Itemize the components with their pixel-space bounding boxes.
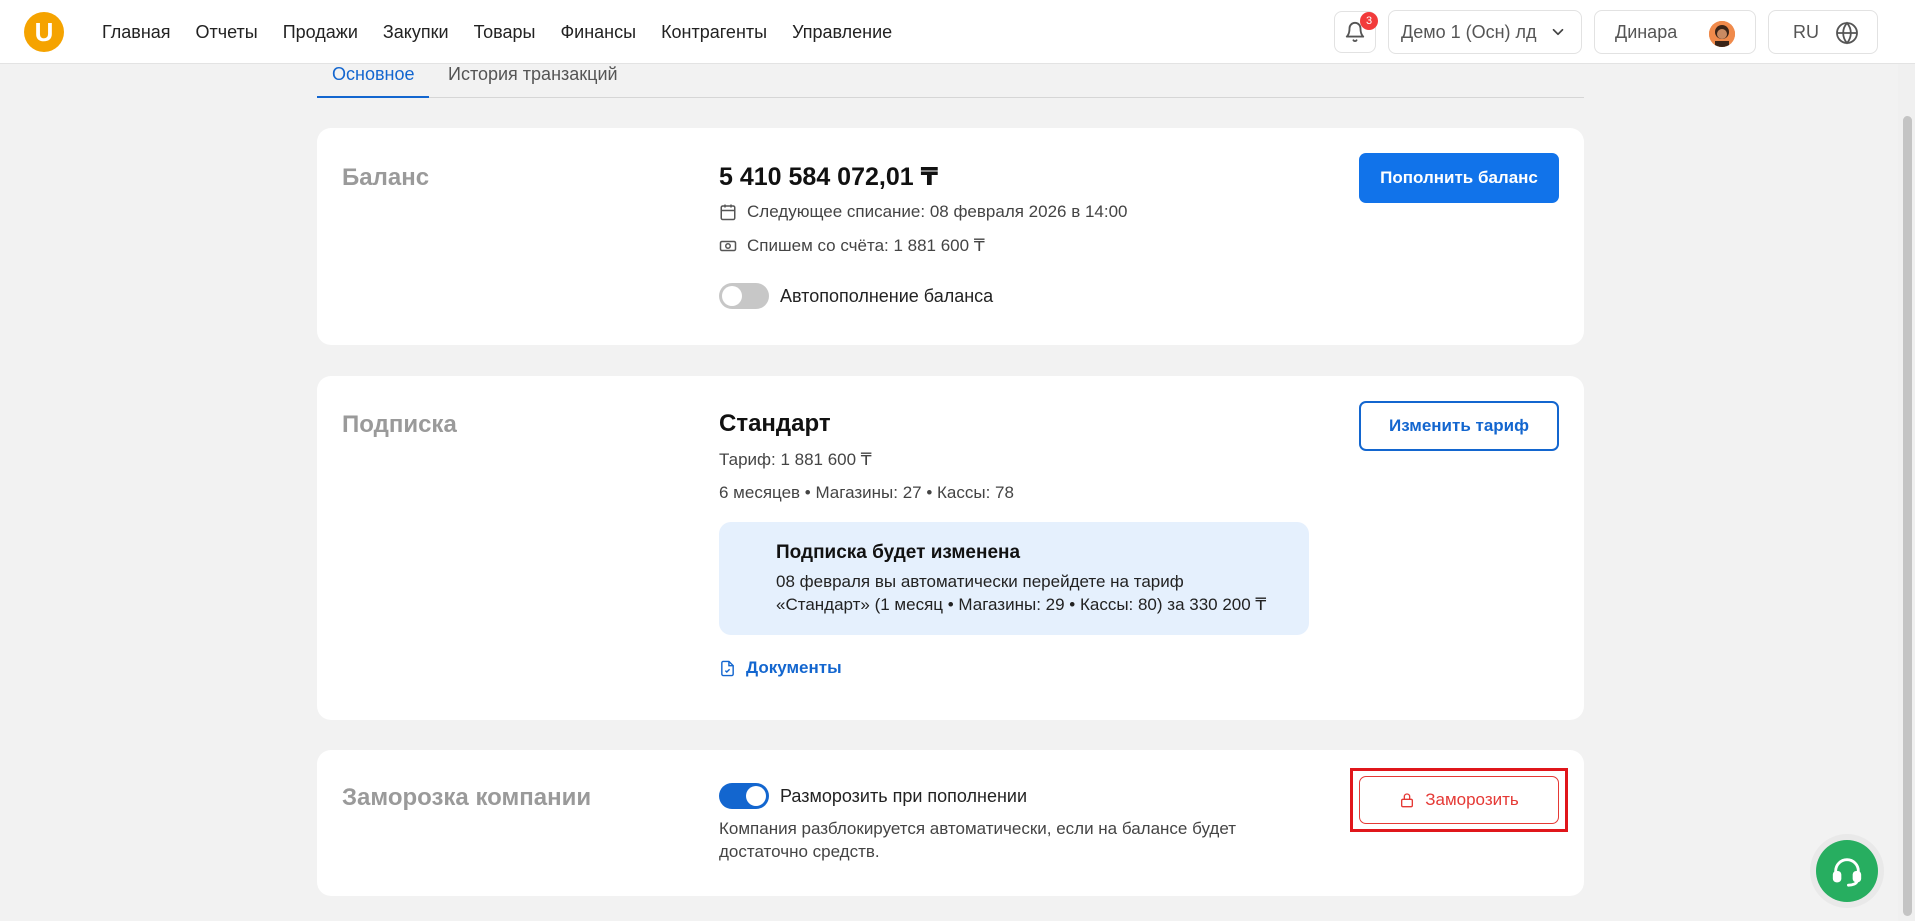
freeze-description: Компания разблокируется автоматически, е…: [719, 819, 1236, 861]
next-charge-line: Следующее списание: 08 февраля 2026 в 14…: [719, 202, 1128, 222]
charge-amount-line: Спишем со счёта: 1 881 600 ₸: [719, 236, 985, 256]
cash-icon: [719, 240, 737, 252]
unfreeze-toggle[interactable]: [719, 783, 769, 809]
balance-card: Баланс 5 410 584 072,01 ₸ Следующее спис…: [317, 128, 1584, 345]
support-chat-button[interactable]: [1810, 834, 1884, 908]
nav-item-products[interactable]: Товары: [474, 22, 536, 43]
documents-link[interactable]: Документы: [719, 658, 842, 678]
nav-item-purchases[interactable]: Закупки: [383, 22, 449, 43]
company-select-value: Демо 1 (Осн) лд: [1401, 21, 1537, 42]
freeze-card: Заморозка компании Разморозить при попол…: [317, 750, 1584, 896]
company-select[interactable]: Демо 1 (Осн) лд: [1388, 10, 1582, 54]
lock-icon: [1401, 793, 1414, 808]
notice-line-1: 08 февраля вы автоматически перейдете на…: [776, 572, 1184, 591]
plan-details: 6 месяцев • Магазины: 27 • Кассы: 78: [719, 483, 1014, 502]
freeze-button-label: Заморозить: [1425, 790, 1519, 809]
calendar-icon: [720, 204, 736, 221]
language-label: RU: [1793, 21, 1819, 42]
tab-main[interactable]: Основное: [317, 64, 430, 98]
notice-title: Подписка будет изменена: [776, 542, 1021, 563]
top-bar: U Главная Отчеты Продажи Закупки Товары …: [0, 0, 1915, 64]
main-nav: Главная Отчеты Продажи Закупки Товары Фи…: [102, 0, 892, 64]
freeze-title: Заморозка компании: [342, 784, 592, 811]
scrollbar-thumb[interactable]: [1903, 116, 1912, 916]
next-charge-text: Следующее списание: 08 февраля 2026 в 14…: [747, 202, 1128, 221]
headset-icon: [1832, 858, 1862, 887]
charge-amount-text: Спишем со счёта: 1 881 600 ₸: [747, 236, 985, 255]
nav-item-reports[interactable]: Отчеты: [196, 22, 258, 43]
globe-icon: [1836, 21, 1858, 45]
balance-title: Баланс: [342, 164, 430, 191]
nav-item-counterparties[interactable]: Контрагенты: [661, 22, 767, 43]
chevron-down-icon: [1552, 28, 1564, 36]
notification-badge: 3: [1360, 12, 1378, 30]
document-icon: [721, 660, 734, 676]
topup-balance-button[interactable]: Пополнить баланс: [1359, 153, 1559, 203]
freeze-button[interactable]: Заморозить: [1359, 776, 1559, 824]
documents-link-label: Документы: [746, 658, 842, 677]
tariff-price: Тариф: 1 881 600 ₸: [719, 450, 872, 469]
autotopup-row: Автопополнение баланса: [719, 283, 993, 309]
nav-item-finance[interactable]: Финансы: [560, 22, 636, 43]
tab-transaction-history[interactable]: История транзакций: [448, 64, 618, 98]
language-select[interactable]: RU: [1768, 10, 1878, 54]
notice-line-2: «Стандарт» (1 месяц • Магазины: 29 • Кас…: [776, 595, 1267, 614]
unfreeze-row: Разморозить при пополнении: [719, 783, 1027, 809]
subscription-card: Подписка Стандарт Тариф: 1 881 600 ₸ 6 м…: [317, 376, 1584, 720]
nav-item-management[interactable]: Управление: [792, 22, 892, 43]
nav-item-home[interactable]: Главная: [102, 22, 171, 43]
user-name: Динара: [1615, 21, 1678, 42]
balance-amount: 5 410 584 072,01 ₸: [719, 163, 938, 191]
tabs: Основное История транзакций: [317, 58, 1584, 98]
nav-item-sales[interactable]: Продажи: [283, 22, 358, 43]
user-menu[interactable]: Динара: [1594, 10, 1756, 54]
autotopup-label: Автопополнение баланса: [780, 285, 994, 306]
plan-name: Стандарт: [719, 410, 831, 437]
unfreeze-label: Разморозить при пополнении: [780, 785, 1028, 806]
autotopup-toggle[interactable]: [719, 283, 769, 309]
change-tariff-button[interactable]: Изменить тариф: [1359, 401, 1559, 451]
subscription-title: Подписка: [342, 411, 457, 438]
subscription-change-notice: Подписка будет изменена 08 февраля вы ав…: [719, 522, 1309, 635]
app-logo[interactable]: U: [24, 12, 64, 52]
avatar: [1709, 21, 1735, 47]
notifications-button[interactable]: 3: [1334, 11, 1378, 53]
